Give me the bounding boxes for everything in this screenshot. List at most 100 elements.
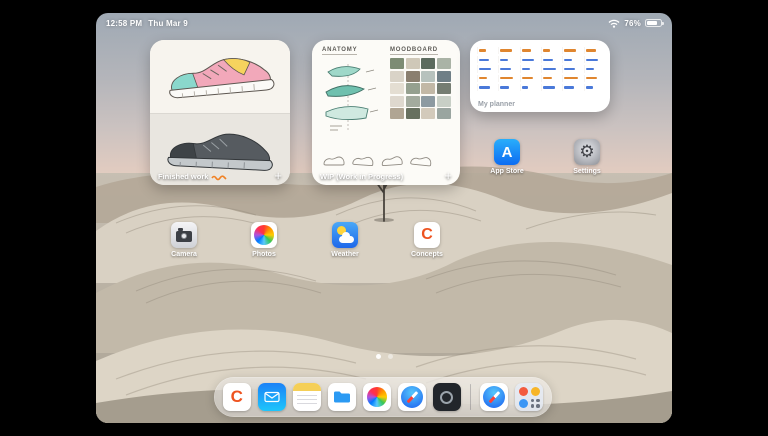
widget-planner[interactable]: My planner: [470, 40, 610, 112]
moodboard-grid: [390, 58, 452, 119]
dock-camera-lens-app-icon[interactable]: [432, 383, 461, 411]
widget-finished-label-text: Finished work: [158, 172, 209, 181]
dock-safari-icon[interactable]: [397, 383, 426, 411]
anatomy-heading: ANATOMY: [322, 47, 358, 55]
exploded-sneaker-sketch: [325, 64, 379, 132]
planner-cell: [541, 84, 560, 91]
planner-cell: [498, 56, 517, 63]
dock-photos-icon[interactable]: [362, 383, 391, 411]
app-library-grid-icon: [518, 386, 540, 408]
moodboard-photo: [436, 95, 451, 107]
color-sneaker-sketch: [169, 58, 275, 99]
camera-label: Camera: [171, 251, 197, 258]
wifi-icon: [608, 19, 620, 28]
settings-label: Settings: [573, 168, 601, 175]
app-store-icon: A: [494, 139, 520, 165]
widget-finished-add-button[interactable]: +: [274, 168, 282, 183]
widget-planner-label: My planner: [478, 101, 515, 108]
status-bar: 12:58 PM Thu Mar 9 76%: [96, 16, 672, 30]
widget-wip-label-text: WIP (Work in Progress): [320, 172, 404, 181]
compass-needle: [488, 391, 501, 403]
camera-icon: [171, 222, 197, 248]
moodboard-photo: [390, 70, 404, 82]
compass-icon: [483, 386, 506, 408]
dock-recent-safari-icon[interactable]: [480, 383, 509, 411]
planner-cell: [520, 65, 539, 72]
dock-app-library-icon[interactable]: [515, 383, 544, 411]
app-weather[interactable]: Weather: [313, 222, 377, 258]
moodboard-photo: [436, 70, 451, 82]
photos-flower-icon: [251, 222, 277, 248]
mini-shoe-sketches: [322, 154, 433, 167]
moodboard-photo: [405, 83, 420, 94]
planner-cell: [562, 56, 581, 63]
app-camera[interactable]: Camera: [152, 222, 216, 258]
widget-wip-label: WIP (Work in Progress): [320, 172, 403, 181]
widget-wip[interactable]: ANATOMY MOODBOARD WIP (Work in Progress)…: [312, 40, 460, 185]
cloud-glyph: [339, 232, 354, 243]
moodboard-photo: [390, 95, 404, 107]
page-indicator[interactable]: [96, 354, 672, 359]
page-dot[interactable]: [387, 354, 393, 359]
ipad-screen: 12:58 PM Thu Mar 9 76% Finished work + A…: [96, 13, 672, 423]
gear-glyph: ⚙: [579, 142, 595, 161]
app-store-label: App Store: [490, 168, 524, 175]
flower-glyph: [366, 387, 387, 407]
moodboard-photo: [405, 70, 420, 82]
planner-cell: [584, 75, 603, 82]
concepts-label: Concepts: [411, 251, 443, 258]
widget-wip-add-button[interactable]: +: [444, 168, 452, 183]
dock-concepts-icon[interactable]: C: [222, 383, 251, 411]
app-photos[interactable]: Photos: [232, 222, 296, 258]
weather-icon: [332, 222, 358, 248]
moodboard-photo: [421, 70, 435, 82]
orange-scribble-icon: [211, 174, 228, 180]
weather-label: Weather: [331, 251, 359, 258]
planner-cell: [477, 75, 496, 82]
notes-lines: [296, 395, 317, 406]
planner-cell: [477, 56, 496, 63]
planner-cell: [520, 47, 539, 54]
moodboard-photo: [390, 58, 404, 69]
concepts-glyph: C: [421, 226, 433, 243]
planner-cell: [541, 56, 560, 63]
planner-cell: [584, 56, 603, 63]
mini-shoe-icon: [410, 157, 432, 167]
planner-cell: [520, 84, 539, 91]
gray-sneaker-sketch: [167, 133, 273, 171]
envelope-icon: [264, 391, 280, 403]
planner-cell: [541, 47, 560, 54]
planner-cell: [541, 75, 560, 82]
flower-glyph: [254, 225, 274, 245]
battery-icon: [645, 19, 664, 27]
planner-cell: [498, 75, 517, 82]
moodboard-photo: [421, 58, 435, 69]
moodboard-heading: MOODBOARD: [390, 47, 438, 55]
settings-gear-icon: ⚙: [574, 139, 600, 165]
planner-cell: [562, 47, 581, 54]
battery-percent: 76%: [624, 18, 641, 28]
planner-cell: [562, 84, 581, 91]
moodboard-photo: [405, 95, 420, 107]
page-dot-active[interactable]: [375, 354, 381, 359]
lens-ring-icon: [440, 390, 454, 404]
planner-cell: [562, 65, 581, 72]
moodboard-photo: [390, 83, 404, 94]
app-app-store[interactable]: A App Store: [475, 139, 539, 175]
app-settings[interactable]: ⚙ Settings: [555, 139, 619, 175]
widget-finished-work[interactable]: Finished work +: [150, 40, 290, 185]
dock-mail-icon[interactable]: [257, 383, 286, 411]
moodboard-photo: [436, 83, 451, 94]
moodboard-photo: [436, 58, 451, 69]
compass-icon: [400, 386, 423, 408]
folder-icon: [333, 391, 350, 403]
dock-notes-icon[interactable]: [292, 383, 321, 411]
planner-cell: [520, 56, 539, 63]
planner-cell: [584, 84, 603, 91]
planner-cell: [584, 47, 603, 54]
concepts-icon: C: [414, 222, 440, 248]
dock-files-icon[interactable]: [327, 383, 356, 411]
status-indicators: 76%: [608, 18, 664, 28]
app-concepts[interactable]: C Concepts: [395, 222, 459, 258]
moodboard-photo: [421, 83, 435, 94]
